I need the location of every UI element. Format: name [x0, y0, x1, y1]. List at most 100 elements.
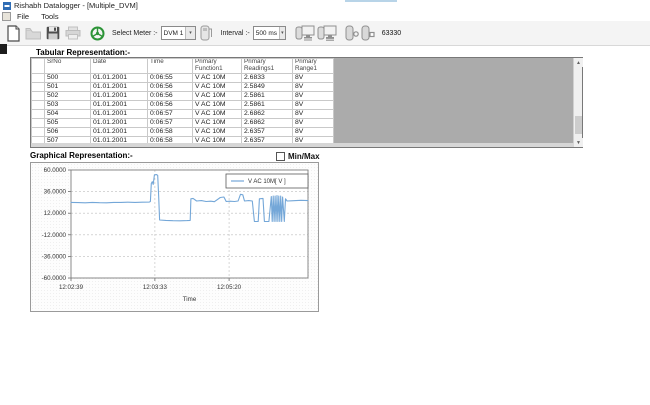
interval-value: 500 ms: [254, 30, 279, 37]
y-tick-label: -60.0000: [42, 275, 67, 282]
table-cell: V AC 10M: [193, 110, 242, 119]
save-button[interactable]: [43, 23, 63, 43]
row-selector-cell[interactable]: [32, 83, 45, 92]
interval-dropdown[interactable]: 500 ms ▾: [253, 26, 286, 40]
open-file-button: [23, 23, 43, 43]
titlebar-highlight: [345, 0, 397, 2]
table-cell: 2.6833: [242, 74, 293, 83]
table-cell: 0:06:56: [148, 83, 193, 92]
table-row[interactable]: 50101.01.20010:06:56V AC 10M2.58498V: [32, 83, 334, 92]
scroll-up-icon[interactable]: ▲: [574, 58, 583, 67]
table-cell: 01.01.2001: [91, 83, 148, 92]
table-cell: 8V: [293, 119, 334, 128]
save-icon: [46, 26, 60, 40]
print-icon: [65, 26, 81, 40]
mdi-child-corner: [0, 44, 7, 54]
legend-label: V AC 10M[ V ]: [248, 179, 286, 185]
chart-container: 60.000036.000012.0000-12.0000-36.0000-60…: [30, 162, 319, 312]
row-selector-cell[interactable]: [32, 101, 45, 110]
table-hscrollbar[interactable]: [31, 143, 574, 147]
table-cell: V AC 10M: [193, 119, 242, 128]
select-meter-value: DVM 1: [162, 30, 186, 37]
mdi-child-icon[interactable]: [2, 12, 11, 21]
read-meter-online-button[interactable]: [294, 23, 316, 43]
readings-table-container: SrNoDateTimePrimary Function1Primary Rea…: [30, 57, 583, 148]
x-tick-label: 12:03:33: [143, 284, 168, 291]
table-cell: 505: [45, 119, 91, 128]
y-tick-label: 36.0000: [44, 189, 67, 196]
configure-icon: [90, 26, 105, 41]
print-button: [63, 23, 83, 43]
meter-memory-icon: [361, 25, 375, 41]
table-cell: 2.6862: [242, 110, 293, 119]
readings-table: SrNoDateTimePrimary Function1Primary Rea…: [31, 58, 334, 146]
table-cell: 01.01.2001: [91, 128, 148, 137]
y-tick-label: -36.0000: [42, 253, 67, 260]
meter-device-button[interactable]: [196, 23, 216, 43]
column-header[interactable]: Primary Readings1: [242, 59, 293, 74]
table-header: SrNoDateTimePrimary Function1Primary Rea…: [32, 59, 334, 74]
table-cell: 502: [45, 92, 91, 101]
menu-bar: File Tools: [0, 11, 650, 21]
table-row[interactable]: 50501.01.20010:06:57V AC 10M2.68628V: [32, 119, 334, 128]
chevron-down-icon: ▾: [185, 27, 194, 39]
table-cell: 01.01.2001: [91, 110, 148, 119]
new-file-button[interactable]: [3, 23, 23, 43]
interval-label: Interval :-: [221, 30, 250, 37]
chart-canvas: 60.000036.000012.0000-12.0000-36.0000-60…: [31, 163, 318, 311]
table-row[interactable]: 50601.01.20010:06:58V AC 10M2.63578V: [32, 128, 334, 137]
table-body: 50001.01.20010:06:55V AC 10M2.68338V5010…: [32, 74, 334, 146]
table-cell: 8V: [293, 110, 334, 119]
minmax-checkbox[interactable]: [276, 152, 285, 161]
table-row[interactable]: 50201.01.20010:06:56V AC 10M2.58618V: [32, 92, 334, 101]
y-tick-label: 60.0000: [44, 167, 67, 174]
table-cell: 8V: [293, 74, 334, 83]
select-meter-dropdown[interactable]: DVM 1 ▾: [161, 26, 196, 40]
row-selector-header: [32, 59, 45, 74]
app-logo-icon: [3, 2, 11, 10]
table-row[interactable]: 50301.01.20010:06:56V AC 10M2.58618V: [32, 101, 334, 110]
table-cell: 501: [45, 83, 91, 92]
configure-button[interactable]: [87, 23, 107, 43]
table-cell: 0:06:56: [148, 92, 193, 101]
column-header[interactable]: Primary Range1: [293, 59, 334, 74]
graphical-section-title: Graphical Representation:-: [30, 151, 133, 160]
scroll-down-icon[interactable]: ▼: [574, 138, 583, 147]
row-selector-cell[interactable]: [32, 119, 45, 128]
x-axis-title: Time: [183, 296, 197, 303]
y-tick-label: 12.0000: [44, 210, 67, 217]
new-file-icon: [6, 25, 21, 42]
start-logging-button[interactable]: [344, 23, 360, 43]
open-folder-icon: [25, 27, 42, 40]
table-cell: 8V: [293, 92, 334, 101]
column-header[interactable]: Primary Function1: [193, 59, 242, 74]
table-cell: 8V: [293, 128, 334, 137]
column-header[interactable]: Time: [148, 59, 193, 74]
tabular-section-title: Tabular Representation:-: [36, 48, 130, 57]
read-meter-memory-button[interactable]: [316, 23, 338, 43]
x-tick-label: 12:02:39: [59, 284, 84, 291]
column-header[interactable]: SrNo: [45, 59, 91, 74]
menu-file[interactable]: File: [11, 12, 35, 21]
row-selector-cell[interactable]: [32, 128, 45, 137]
meter-device-icon: [200, 25, 212, 41]
table-row[interactable]: 50001.01.20010:06:55V AC 10M2.68338V: [32, 74, 334, 83]
title-bar: Rishabh Datalogger - [Multiple_DVM]: [0, 0, 650, 11]
table-cell: 2.5849: [242, 83, 293, 92]
menu-tools[interactable]: Tools: [35, 12, 65, 21]
table-cell: V AC 10M: [193, 128, 242, 137]
table-row[interactable]: 50401.01.20010:06:57V AC 10M2.68628V: [32, 110, 334, 119]
row-selector-cell[interactable]: [32, 92, 45, 101]
stop-logging-button[interactable]: [360, 23, 376, 43]
window-title: Rishabh Datalogger - [Multiple_DVM]: [14, 1, 138, 10]
read-meter-pc2-icon: [317, 25, 337, 42]
meter-record-icon: [345, 25, 359, 41]
table-cell: 2.6357: [242, 128, 293, 137]
table-cell: 506: [45, 128, 91, 137]
row-selector-cell[interactable]: [32, 110, 45, 119]
scrollbar-thumb[interactable]: [575, 116, 582, 134]
table-vscrollbar[interactable]: ▲ ▼: [573, 58, 582, 147]
column-header[interactable]: Date: [91, 59, 148, 74]
row-selector-cell[interactable]: [32, 74, 45, 83]
table-cell: 01.01.2001: [91, 119, 148, 128]
